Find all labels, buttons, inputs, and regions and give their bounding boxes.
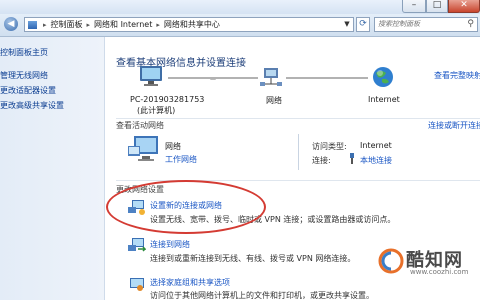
search-icon[interactable]: ⚲ [467,19,474,29]
divider [116,180,480,181]
refresh-icon[interactable]: ⟳ [356,17,370,32]
watermark-logo [378,248,404,274]
computer-name-label: PC-201903281753 [130,95,205,104]
new-connection-icon[interactable] [128,199,146,215]
breadcrumb-separator: ▸ [43,20,47,29]
active-network-type-link[interactable]: 工作网络 [165,154,197,165]
vertical-divider [298,134,299,170]
connect-to-network-desc: 连接到或重新连接到无线、有线、拨号或 VPN 网络连接。 [150,254,356,263]
computer-icon [140,66,162,86]
access-type-label: 访问类型: [312,142,347,151]
computer-sub-label: (此计算机) [137,106,176,115]
breadcrumb-control-panel[interactable]: 控制面板 [51,19,83,30]
maximize-button[interactable]: □ [426,0,448,13]
breadcrumb-network-sharing-center[interactable]: 网络和共享中心 [164,19,220,30]
homegroup-sharing-link[interactable]: 选择家庭组和共享选项 [150,277,230,288]
left-link-control-panel-home[interactable]: 控制面板主页 [0,47,48,58]
work-network-icon[interactable] [128,136,160,166]
access-type-value: Internet [360,141,392,150]
chevron-down-icon[interactable]: ▼ [340,17,354,32]
network-icon [260,68,282,86]
left-pane: 控制面板主页 管理无线网络 更改适配器设置 更改高级共享设置 [0,37,105,300]
homegroup-sharing-desc: 访问位于其他网络计算机上的文件和打印机，或更改共享设置。 [150,291,374,300]
setup-new-connection-desc: 设置无线、宽带、拨号、临时或 VPN 连接；或设置路由器或访问点。 [150,215,396,224]
active-network-name: 网络 [165,142,181,151]
left-link-advanced-sharing[interactable]: 更改高级共享设置 [0,100,64,111]
breadcrumb-network-internet[interactable]: 网络和 Internet [94,19,152,30]
breadcrumb-separator: ▸ [156,20,160,29]
watermark-url: www.coozhi.com [410,268,469,276]
breadcrumb-separator: ▸ [86,20,91,29]
search-box[interactable]: ⚲ [374,17,478,32]
local-connection-link[interactable]: 本地连接 [360,155,392,166]
left-link-change-adapter[interactable]: 更改适配器设置 [0,85,56,96]
search-input[interactable] [378,20,458,28]
left-link-manage-wireless[interactable]: 管理无线网络 [0,70,48,81]
network-node-label: 网络 [266,96,282,105]
title-bar: – □ ✕ [0,0,480,14]
close-button[interactable]: ✕ [448,0,480,13]
ethernet-icon [348,153,356,164]
setup-new-connection-link[interactable]: 设置新的连接或网络 [150,200,222,211]
internet-node-label: Internet [368,95,400,104]
change-settings-heading: 更改网络设置 [116,185,164,194]
internet-globe-icon [373,67,393,87]
homegroup-icon[interactable] [128,276,146,292]
connect-to-network-link[interactable]: 连接到网络 [150,239,190,250]
connect-network-icon[interactable] [128,237,146,253]
view-full-map-link[interactable]: 查看完整映射 [434,70,480,81]
control-panel-icon [28,20,37,29]
back-button[interactable]: ◀ [4,17,18,31]
link-x-icon: — [210,76,216,83]
address-bar: ◀ ▸ 控制面板 ▸ 网络和 Internet ▸ 网络和共享中心 ▼ ⟳ ⚲ [0,14,480,37]
connection-label: 连接: [312,156,331,165]
connect-disconnect-link[interactable]: 连接或断开连接 [428,120,480,131]
network-map: — [140,66,393,87]
active-networks-heading: 查看活动网络 [116,121,164,130]
breadcrumb[interactable]: ▸ 控制面板 ▸ 网络和 Internet ▸ 网络和共享中心 [24,17,354,32]
divider [116,118,480,119]
minimize-button[interactable]: – [402,0,426,13]
